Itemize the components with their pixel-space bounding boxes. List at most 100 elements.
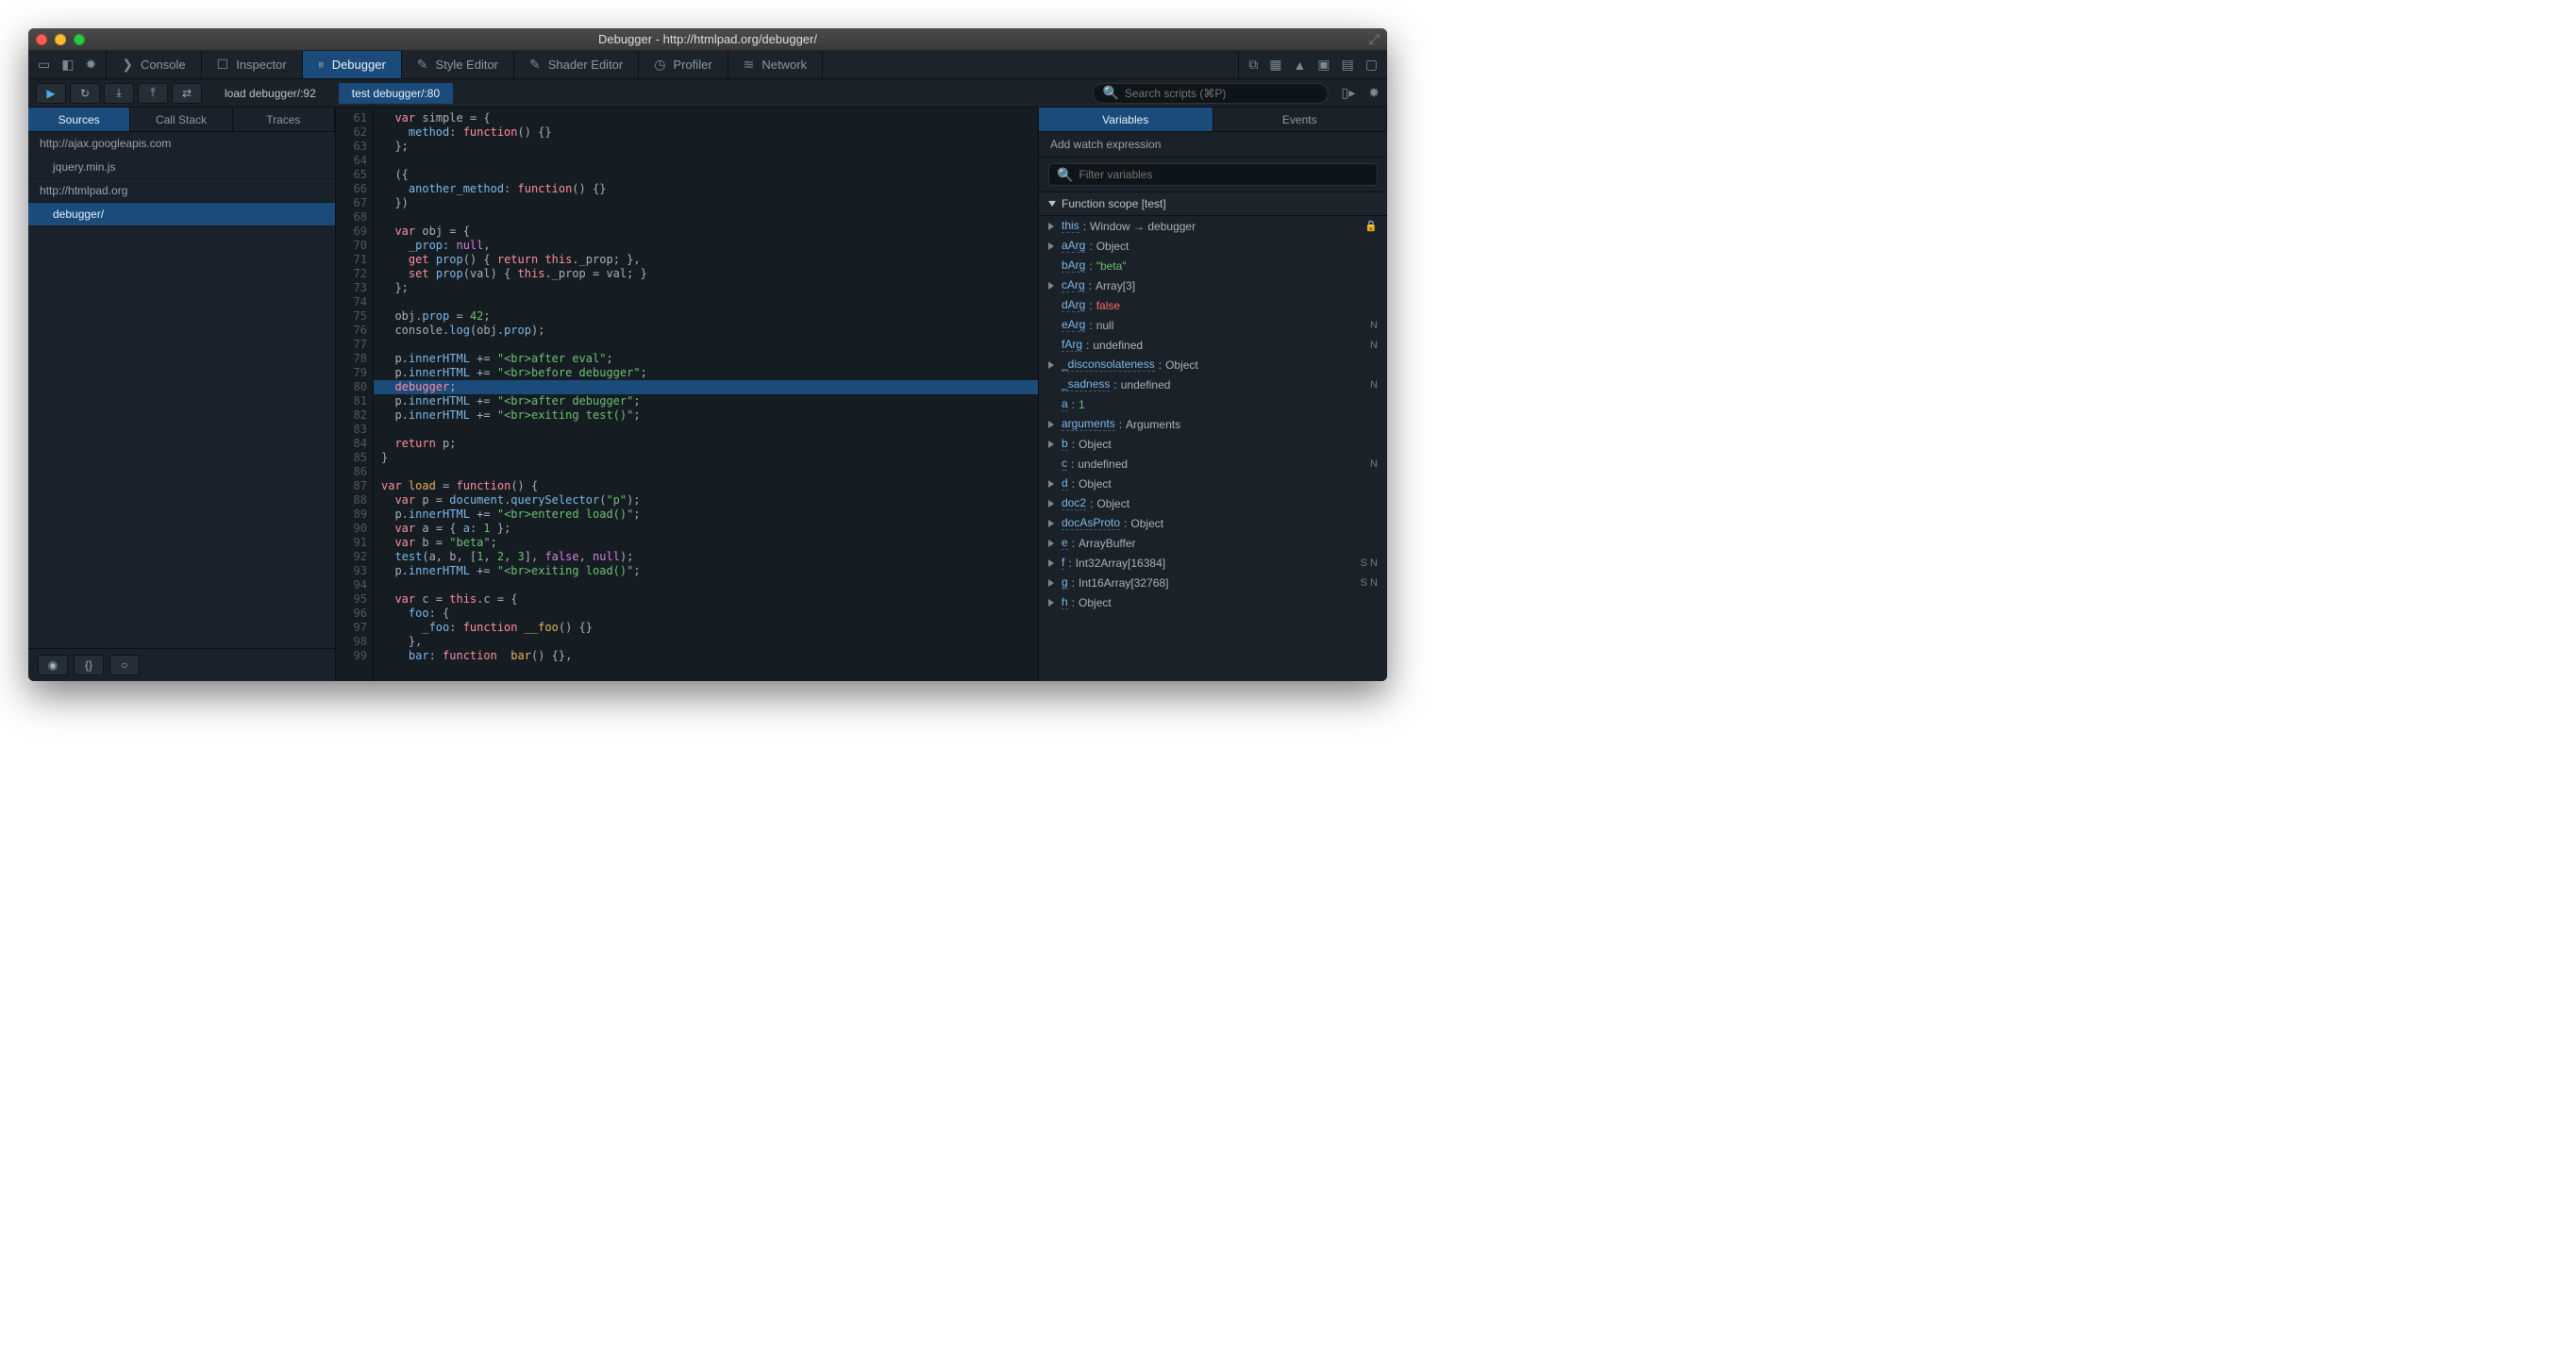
debugger-settings-gear-icon[interactable]: ✸ [1368, 85, 1380, 101]
variable-row[interactable]: f: Int32Array[16384]S N [1039, 553, 1387, 573]
tab-traces[interactable]: Traces [233, 108, 335, 131]
tab-call-stack[interactable]: Call Stack [130, 108, 232, 131]
code-line[interactable]: p.innerHTML += "<br>exiting test()"; [374, 408, 1038, 423]
code-line[interactable]: }, [374, 635, 1038, 649]
code-line[interactable]: return p; [374, 437, 1038, 451]
line-number[interactable]: 82 [336, 408, 367, 423]
source-item[interactable]: debugger/ [28, 203, 335, 226]
variable-row[interactable]: d: Object [1039, 474, 1387, 493]
code-line[interactable]: obj.prop = 42; [374, 309, 1038, 324]
line-number[interactable]: 83 [336, 423, 367, 437]
stack-chip-test[interactable]: test debugger/:80 [339, 83, 453, 104]
toggle-panes-icon[interactable]: ▯▸ [1342, 85, 1356, 101]
code-line[interactable]: set prop(val) { this._prop = val; } [374, 267, 1038, 281]
line-number[interactable]: 97 [336, 621, 367, 635]
blackbox-button[interactable]: ◉ [38, 655, 68, 675]
line-number[interactable]: 77 [336, 338, 367, 352]
line-number[interactable]: 64 [336, 154, 367, 168]
code-line[interactable]: bar: function bar() {}, [374, 649, 1038, 663]
code-line[interactable]: debugger; [374, 380, 1038, 394]
tab-inspector[interactable]: ☐ Inspector [202, 51, 303, 78]
line-number[interactable]: 96 [336, 607, 367, 621]
code-editor[interactable]: 6162636465666768697071727374757677787980… [336, 108, 1038, 681]
tab-profiler[interactable]: ◷ Profiler [639, 51, 728, 78]
code-line[interactable]: var simple = { [374, 111, 1038, 125]
code-line[interactable] [374, 578, 1038, 592]
variable-row[interactable]: h: Object [1039, 592, 1387, 612]
code-line[interactable]: _prop: null, [374, 239, 1038, 253]
code-line[interactable]: method: function() {} [374, 125, 1038, 140]
search-scripts-input[interactable] [1125, 87, 1318, 100]
step-over-button[interactable]: ↻ [70, 83, 100, 104]
3d-icon[interactable]: ▣ [1317, 57, 1330, 73]
trace-button[interactable]: ○ [109, 655, 140, 675]
variable-row[interactable]: eArg: nullN [1039, 315, 1387, 335]
responsive-icon[interactable]: ⧉ [1248, 57, 1258, 73]
line-number[interactable]: 80 [336, 380, 367, 394]
line-number[interactable]: 71 [336, 253, 367, 267]
variable-row[interactable]: fArg: undefinedN [1039, 335, 1387, 355]
tab-style-editor[interactable]: ✎ Style Editor [402, 51, 514, 78]
filter-variables-input[interactable] [1079, 168, 1369, 181]
code-line[interactable] [374, 154, 1038, 168]
code-line[interactable]: p.innerHTML += "<br>after debugger"; [374, 394, 1038, 408]
line-number[interactable]: 76 [336, 324, 367, 338]
scratchpad-icon[interactable]: ▤ [1342, 57, 1354, 73]
line-number[interactable]: 87 [336, 479, 367, 493]
line-number[interactable]: 74 [336, 295, 367, 309]
variable-row[interactable]: g: Int16Array[32768]S N [1039, 573, 1387, 592]
toggle-toolbox-icon[interactable]: ▢ [1365, 57, 1378, 73]
prettyprint-button[interactable]: {} [74, 655, 104, 675]
tab-console[interactable]: ❯ Console [107, 51, 201, 78]
code-line[interactable]: var obj = { [374, 225, 1038, 239]
code-line[interactable]: p.innerHTML += "<br>entered load()"; [374, 507, 1038, 522]
source-item[interactable]: jquery.min.js [28, 156, 335, 179]
line-number[interactable]: 66 [336, 182, 367, 196]
code-line[interactable] [374, 423, 1038, 437]
code-line[interactable] [374, 210, 1038, 225]
variable-row[interactable]: dArg: false [1039, 295, 1387, 315]
line-number[interactable]: 72 [336, 267, 367, 281]
screenshot-icon[interactable]: ▦ [1269, 57, 1281, 73]
step-out-button[interactable]: ⤒ [138, 83, 168, 104]
line-number[interactable]: 91 [336, 536, 367, 550]
add-watch-expression[interactable]: Add watch expression [1039, 132, 1387, 158]
tab-network[interactable]: ≋ Network [728, 51, 823, 78]
tab-shader-editor[interactable]: ✎ Shader Editor [514, 51, 639, 78]
dock-side-icon[interactable]: ▭ [38, 57, 50, 73]
line-number[interactable]: 62 [336, 125, 367, 140]
line-number[interactable]: 93 [336, 564, 367, 578]
line-number[interactable]: 65 [336, 168, 367, 182]
code-line[interactable]: get prop() { return this._prop; }, [374, 253, 1038, 267]
filter-variables-box[interactable]: 🔍 [1048, 163, 1378, 186]
code-line[interactable]: p.innerHTML += "<br>before debugger"; [374, 366, 1038, 380]
line-number[interactable]: 63 [336, 140, 367, 154]
code-line[interactable]: } [374, 451, 1038, 465]
code-line[interactable]: }; [374, 140, 1038, 154]
code-line[interactable]: var a = { a: 1 }; [374, 522, 1038, 536]
code-line[interactable]: p.innerHTML += "<br>after eval"; [374, 352, 1038, 366]
code-line[interactable]: var c = this.c = { [374, 592, 1038, 607]
line-number[interactable]: 98 [336, 635, 367, 649]
source-item[interactable]: http://ajax.googleapis.com [28, 132, 335, 156]
resume-button[interactable]: ▶ [36, 83, 66, 104]
code-line[interactable]: console.log(obj.prop); [374, 324, 1038, 338]
tab-debugger[interactable]: ⏸ Debugger [303, 51, 402, 78]
line-number[interactable]: 89 [336, 507, 367, 522]
line-number[interactable]: 78 [336, 352, 367, 366]
paint-icon[interactable]: ▲ [1293, 58, 1306, 73]
code-line[interactable]: p.innerHTML += "<br>exiting load()"; [374, 564, 1038, 578]
code-line[interactable]: test(a, b, [1, 2, 3], false, null); [374, 550, 1038, 564]
line-number[interactable]: 94 [336, 578, 367, 592]
search-scripts-box[interactable]: 🔍 [1093, 83, 1329, 104]
line-number[interactable]: 69 [336, 225, 367, 239]
line-number[interactable]: 67 [336, 196, 367, 210]
variable-row[interactable]: _disconsolateness: Object [1039, 355, 1387, 374]
code-line[interactable]: ({ [374, 168, 1038, 182]
step-in-button[interactable]: ⤓ [104, 83, 134, 104]
options-gear-icon[interactable]: ✸ [85, 57, 96, 73]
code-body[interactable]: var simple = { method: function() {} }; … [374, 108, 1038, 681]
code-line[interactable]: }) [374, 196, 1038, 210]
line-number[interactable]: 73 [336, 281, 367, 295]
variable-row[interactable]: docAsProto: Object [1039, 513, 1387, 533]
